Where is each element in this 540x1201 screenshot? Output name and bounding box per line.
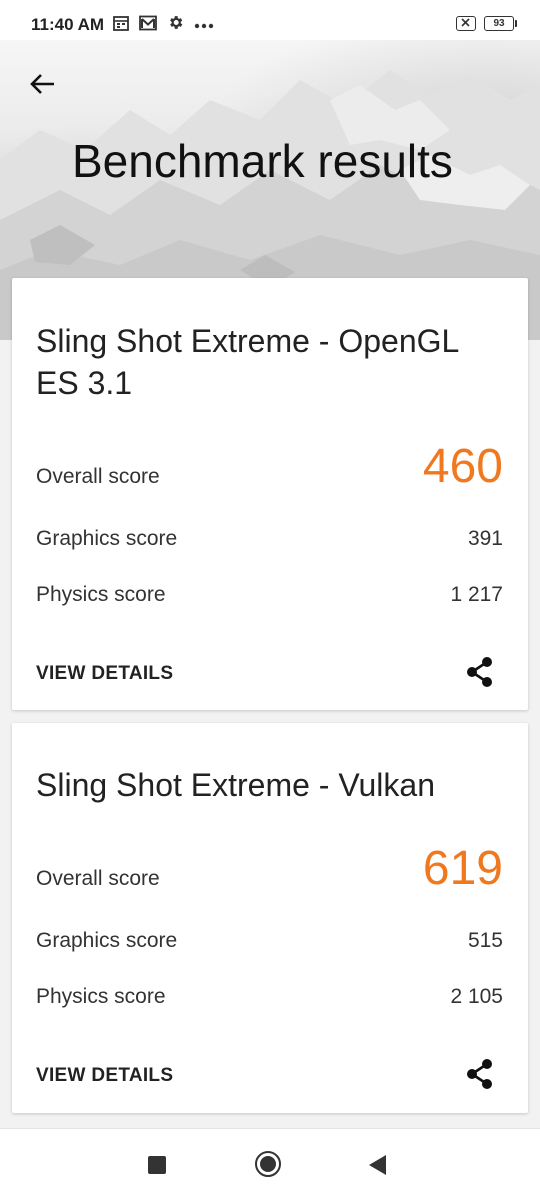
share-icon [467,1059,492,1089]
result-card-opengl: Sling Shot Extreme - OpenGL ES 3.1 Overa… [12,278,528,710]
calendar-icon [113,15,129,36]
recents-icon[interactable] [148,1156,166,1174]
test-title: Sling Shot Extreme - Vulkan [36,767,435,803]
physics-score-value: 2 105 [450,985,503,1008]
page-title: Benchmark results [72,135,453,187]
home-icon[interactable] [255,1151,281,1177]
view-details-button[interactable]: VIEW DETAILS [36,1065,173,1087]
settings-icon [167,14,184,36]
back-button[interactable] [24,66,60,102]
arrow-left-icon [30,74,54,94]
status-time: 11:40 AM [31,15,105,34]
system-navigation-bar [0,1128,540,1201]
result-card-vulkan: Sling Shot Extreme - Vulkan Overall scor… [12,723,528,1113]
physics-score-value: 1 217 [450,583,503,606]
physics-score-label: Physics score [36,985,166,1008]
share-icon [467,657,492,687]
test-title: Sling Shot Extreme - OpenGL ES 3.1 [36,323,459,401]
back-icon[interactable] [369,1155,386,1175]
battery-icon: 93 [484,16,517,31]
overall-score-label: Overall score [36,867,160,890]
graphics-score-value: 515 [467,929,503,952]
overall-score-label: Overall score [36,465,160,488]
share-button[interactable] [465,656,495,688]
graphics-score-label: Graphics score [36,929,178,952]
overall-score-value: 619 [422,842,503,895]
share-button[interactable] [465,1058,495,1090]
status-notification-icons [113,14,214,36]
status-system-icons: 93 [456,16,517,31]
overall-score-value: 460 [422,440,503,493]
graphics-score-value: 391 [467,527,503,550]
more-dots-icon [194,16,214,34]
physics-score-label: Physics score [36,583,166,606]
view-details-button[interactable]: VIEW DETAILS [36,663,173,685]
no-sim-icon [456,16,476,31]
gmail-icon [139,15,157,36]
graphics-score-label: Graphics score [36,527,178,550]
